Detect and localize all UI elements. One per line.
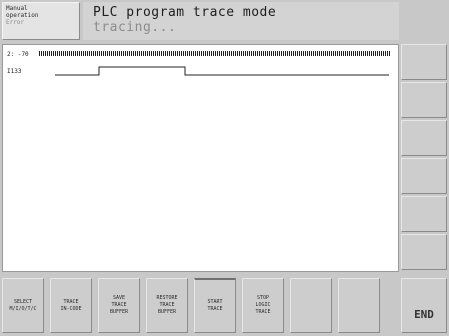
screen-title: PLC program trace mode — [93, 5, 277, 20]
restore-trace-buffer-softkey[interactable]: RESTORE TRACE BUFFER — [146, 278, 188, 333]
mode-line-1: Manual — [6, 5, 28, 12]
vertical-softkey-6[interactable] — [401, 234, 447, 270]
empty-softkey-8[interactable] — [338, 278, 380, 333]
operating-mode-box: Manual operation Error — [2, 2, 80, 40]
vertical-softkey-column — [401, 44, 448, 272]
empty-softkey-7[interactable] — [290, 278, 332, 333]
mode-line-3: Error — [6, 19, 25, 26]
vertical-softkey-2[interactable] — [401, 82, 447, 118]
screen-header: PLC program trace mode tracing... — [83, 2, 399, 40]
save-trace-buffer-softkey[interactable]: SAVE TRACE BUFFER — [98, 278, 140, 333]
signal-waveform — [55, 66, 389, 76]
vertical-softkey-1[interactable] — [401, 44, 447, 80]
trace-in-code-softkey[interactable]: TRACE IN-CODE — [50, 278, 92, 333]
plc-trace-screen: Manual operation Error PLC program trace… — [0, 0, 449, 336]
end-button[interactable]: END — [401, 278, 447, 333]
vertical-softkey-5[interactable] — [401, 196, 447, 232]
select-mioTc-softkey[interactable]: SELECT M/I/O/T/C — [2, 278, 44, 333]
vertical-softkey-3[interactable] — [401, 120, 447, 156]
mode-line-2: operation — [6, 12, 39, 19]
start-trace-softkey[interactable]: START TRACE — [194, 278, 236, 333]
stop-logic-trace-softkey[interactable]: STOP LOGIC TRACE — [242, 278, 284, 333]
trace-status: tracing... — [93, 20, 177, 35]
trace-panel: 2: -70 I133 — [2, 44, 399, 272]
vertical-softkey-4[interactable] — [401, 158, 447, 194]
softkey-row: SELECT M/I/O/T/C TRACE IN-CODE SAVE TRAC… — [2, 278, 399, 334]
